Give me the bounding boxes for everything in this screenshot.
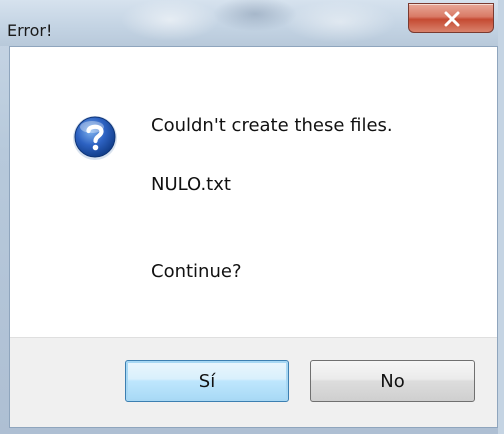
no-button[interactable]: No — [310, 360, 475, 402]
window-border — [498, 0, 504, 434]
title-bar[interactable]: Error! — [0, 0, 504, 46]
error-message: Couldn't create these files. — [151, 115, 393, 136]
continue-prompt: Continue? — [151, 261, 242, 282]
yes-button[interactable]: Sí — [125, 360, 289, 402]
question-icon — [73, 116, 117, 160]
close-button[interactable] — [408, 3, 494, 33]
window-title: Error! — [7, 21, 53, 40]
dialog-content: Couldn't create these files. NULO.txt Co… — [9, 46, 498, 428]
file-name: NULO.txt — [151, 174, 231, 195]
close-icon — [444, 11, 460, 27]
dialog-window: Error! Couldn't create these files. NULO… — [0, 0, 504, 434]
